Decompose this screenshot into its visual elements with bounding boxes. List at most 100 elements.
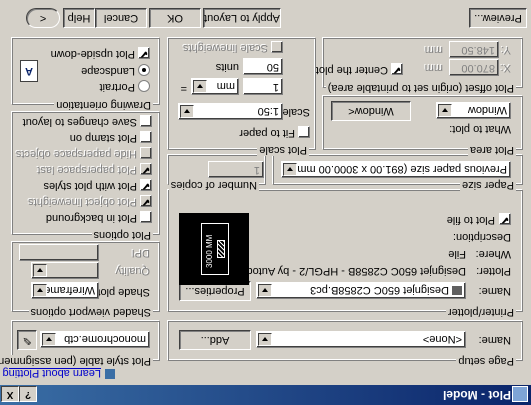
scale-denominator-input[interactable]: 50 bbox=[243, 58, 283, 75]
pencil-icon: ✎ bbox=[22, 334, 32, 346]
paper-preview: 3000 MM bbox=[179, 213, 249, 285]
chevron-down-icon bbox=[283, 163, 297, 176]
paper-preview-sheet: 3000 MM bbox=[201, 223, 229, 275]
fit-to-paper-checkbox[interactable] bbox=[298, 126, 310, 138]
copies-legend: Number of copies bbox=[168, 179, 259, 191]
quality-select[interactable] bbox=[31, 262, 99, 279]
upside-down-checkbox[interactable]: ✔ bbox=[138, 47, 150, 59]
page-setup-legend: Page setup bbox=[456, 355, 516, 367]
edit-style-button[interactable]: ✎ bbox=[17, 330, 37, 350]
plot-style-table-legend: Plot style table (pen assignments) bbox=[0, 355, 153, 367]
plot-in-background-label: Plot in background bbox=[45, 212, 137, 224]
window-title: Plot - Model bbox=[443, 388, 511, 402]
landscape-label: Landscape bbox=[81, 65, 135, 77]
plot-to-file-label: Plot to file bbox=[446, 214, 495, 226]
plot-to-file-checkbox[interactable]: ✔ bbox=[499, 213, 511, 225]
plot-options-legend: Plot options bbox=[91, 229, 153, 241]
portrait-radio[interactable] bbox=[138, 80, 150, 92]
description-label: Description: bbox=[452, 231, 511, 243]
plot-area-hatch bbox=[217, 240, 225, 258]
help-title-button[interactable]: ? bbox=[19, 386, 37, 402]
y-offset-input[interactable]: 148.50 bbox=[449, 41, 499, 58]
scale-select[interactable]: 1:50 bbox=[178, 103, 283, 120]
plot-stamp-label: Plot stamp on bbox=[69, 132, 137, 144]
plot-offset-legend: Plot offset (origin set to printable are… bbox=[325, 82, 516, 94]
add-page-setup-button[interactable]: Add... bbox=[179, 330, 251, 350]
paper-dimension-label: 3000 MM bbox=[205, 234, 214, 268]
dpi-input[interactable] bbox=[19, 244, 99, 261]
scale-equals: = bbox=[180, 82, 187, 94]
save-changes-checkbox[interactable] bbox=[140, 115, 152, 127]
scale-label: Scale: bbox=[279, 106, 310, 118]
preview-button[interactable]: Preview... bbox=[469, 8, 527, 28]
printer-select[interactable]: Designjet 650C C2858B.pc3 bbox=[256, 282, 466, 299]
chevron-down-icon bbox=[42, 333, 56, 346]
chevron-down-icon bbox=[193, 80, 207, 93]
landscape-radio[interactable] bbox=[138, 64, 150, 76]
chevron-down-icon bbox=[438, 104, 452, 117]
orientation-preview-icon: A bbox=[20, 60, 38, 82]
plot-with-styles-checkbox[interactable]: ✔ bbox=[140, 179, 152, 191]
shade-plot-label: Shade plot bbox=[97, 286, 150, 298]
y-offset-label: Y: bbox=[501, 44, 511, 56]
close-button[interactable]: X bbox=[1, 386, 19, 402]
chevron-down-icon bbox=[33, 264, 47, 277]
plot-stamp-checkbox[interactable] bbox=[140, 131, 152, 143]
x-offset-input[interactable]: 870.00 bbox=[449, 59, 499, 76]
center-plot-checkbox[interactable]: ✔ bbox=[391, 63, 403, 75]
dpi-label: DPI bbox=[131, 247, 150, 259]
ok-button[interactable]: OK bbox=[149, 8, 201, 28]
fit-to-paper-label: Fit to paper bbox=[239, 127, 295, 139]
chevron-down-icon bbox=[258, 333, 272, 346]
printer-legend: Printer/plotter bbox=[445, 306, 516, 318]
help-button[interactable]: Help bbox=[63, 8, 95, 28]
plotter-icon bbox=[452, 286, 462, 295]
where-label: Where: bbox=[475, 248, 511, 260]
hide-paperspace-label: Hide paperspace objects bbox=[15, 148, 137, 160]
plotter-value: Designjet 650C C2858B - HPGL/2 - by Auto… bbox=[229, 265, 466, 277]
center-plot-label: Center the plot bbox=[315, 64, 388, 76]
page-setup-name-label: Name: bbox=[478, 334, 511, 346]
chevron-down-icon bbox=[180, 105, 194, 118]
what-to-plot-select[interactable]: Window bbox=[436, 102, 511, 119]
paper-size-select[interactable]: Previous paper size (891.00 x 3000.00 mm… bbox=[281, 161, 511, 178]
expand-dialog-button[interactable]: < bbox=[26, 8, 60, 28]
x-offset-unit: mm bbox=[424, 62, 443, 74]
y-offset-unit: mm bbox=[424, 44, 443, 56]
x-offset-label: X: bbox=[500, 62, 511, 74]
what-to-plot-label: What to plot: bbox=[449, 123, 511, 135]
shaded-viewport-legend: Shaded viewport options bbox=[28, 306, 153, 318]
copies-input[interactable]: 1 bbox=[208, 161, 264, 178]
title-bar[interactable]: Plot - Model ? X bbox=[0, 385, 531, 405]
paper-size-legend: Paper size bbox=[460, 179, 516, 191]
cancel-button[interactable]: Cancel bbox=[95, 8, 147, 28]
scale-lineweights-label: Scale lineweights bbox=[183, 42, 268, 54]
plot-with-styles-label: Plot with plot styles bbox=[43, 180, 137, 192]
scale-unit-select[interactable]: mm bbox=[191, 78, 239, 95]
plot-scale-legend: Plot scale bbox=[257, 144, 309, 156]
info-icon bbox=[105, 369, 115, 379]
plot-lineweights-label: Plot object lineweights bbox=[28, 196, 137, 208]
plot-lineweights-checkbox[interactable]: ✔ bbox=[140, 195, 152, 207]
plot-style-select[interactable]: monochrome.ctb bbox=[40, 331, 150, 348]
app-icon bbox=[512, 386, 528, 402]
chevron-down-icon bbox=[258, 284, 272, 297]
plotter-label: Plotter: bbox=[476, 265, 511, 277]
page-setup-select[interactable]: <None> bbox=[256, 331, 466, 348]
scale-numerator-input[interactable]: 1 bbox=[243, 78, 283, 95]
scale-units-label: units bbox=[215, 61, 239, 73]
upside-down-label: Plot upside-down bbox=[50, 48, 135, 60]
chevron-down-icon bbox=[33, 284, 47, 297]
plot-paperspace-last-checkbox[interactable]: ✔ bbox=[140, 163, 152, 175]
save-changes-label: Save changes to layout bbox=[22, 116, 137, 128]
hide-paperspace-checkbox[interactable] bbox=[140, 147, 152, 159]
shade-plot-select[interactable]: Wireframe bbox=[31, 282, 99, 299]
quality-label: Quality bbox=[115, 265, 150, 277]
plot-area-legend: Plot area bbox=[467, 144, 516, 156]
scale-lineweights-checkbox[interactable] bbox=[271, 41, 283, 53]
window-pick-button[interactable]: Window< bbox=[331, 101, 411, 121]
plot-in-background-checkbox[interactable] bbox=[140, 211, 152, 223]
portrait-label: Portrait bbox=[99, 81, 135, 93]
learn-about-plotting-link[interactable]: Learn about Plotting bbox=[3, 367, 101, 379]
apply-to-layout-button[interactable]: Apply to Layout bbox=[203, 8, 281, 28]
